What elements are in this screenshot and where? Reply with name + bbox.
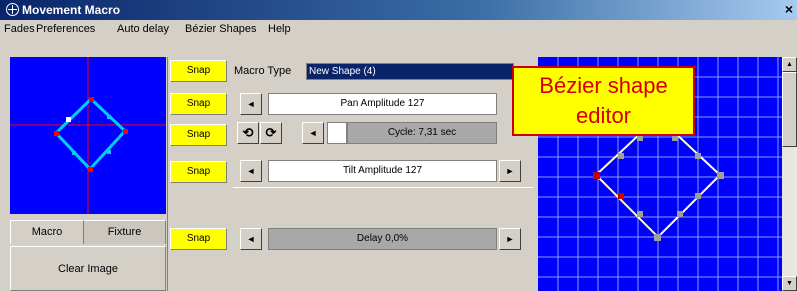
shape-preview[interactable]: [10, 57, 166, 214]
panel-divider: [167, 57, 168, 291]
callout-line-1: Bézier shape: [539, 73, 668, 98]
app-icon: [6, 3, 19, 16]
snap-button-cycle[interactable]: Snap: [170, 124, 227, 146]
delay-field[interactable]: Delay 0,0%: [268, 228, 497, 250]
tab-macro[interactable]: Macro: [10, 220, 84, 244]
macro-type-select[interactable]: New Shape (4): [306, 63, 514, 80]
menu-help[interactable]: Help: [268, 23, 291, 35]
tab-fixture[interactable]: Fixture: [84, 220, 166, 244]
shape-preview-canvas: [10, 57, 166, 214]
snap-button-delay[interactable]: Snap: [170, 228, 227, 250]
scroll-up-icon[interactable]: ▲: [782, 57, 797, 72]
scroll-down-icon[interactable]: ▼: [782, 276, 797, 291]
menu-bar: Fades Preferences Auto delay Bézier Shap…: [0, 20, 797, 38]
close-icon[interactable]: ×: [781, 1, 797, 18]
window-title: Movement Macro: [22, 3, 121, 17]
vertical-scrollbar[interactable]: ▲ ▼: [782, 57, 797, 291]
title-bar: Movement Macro ×: [0, 0, 797, 20]
snap-button-tilt[interactable]: Snap: [170, 161, 227, 183]
cycle-slider-thumb[interactable]: [327, 122, 347, 144]
bezier-editor-callout: Bézier shape editor: [512, 66, 695, 136]
menu-preferences[interactable]: Preferences: [36, 23, 95, 35]
rotate-ccw-icon[interactable]: ⟲: [237, 122, 259, 144]
delay-increase-icon[interactable]: ►: [499, 228, 521, 250]
pan-decrease-icon[interactable]: ◄: [240, 93, 262, 115]
cycle-field[interactable]: Cycle: 7,31 sec: [347, 122, 497, 144]
menu-bezier-shapes[interactable]: Bézier Shapes: [185, 23, 257, 35]
cycle-decrease-icon[interactable]: ◄: [302, 122, 324, 144]
section-divider: [233, 187, 533, 224]
clear-image-button[interactable]: Clear Image: [10, 246, 166, 291]
snap-button-macro-type[interactable]: Snap: [170, 60, 227, 82]
tilt-amplitude-field[interactable]: Tilt Amplitude 127: [268, 160, 497, 182]
tilt-decrease-icon[interactable]: ◄: [240, 160, 262, 182]
macro-type-label: Macro Type: [234, 65, 292, 77]
callout-line-2: editor: [575, 103, 632, 128]
rotate-cw-icon[interactable]: ⟳: [260, 122, 282, 144]
delay-decrease-icon[interactable]: ◄: [240, 228, 262, 250]
scroll-thumb[interactable]: [782, 72, 797, 147]
menu-auto-delay[interactable]: Auto delay: [117, 23, 169, 35]
tilt-increase-icon[interactable]: ►: [499, 160, 521, 182]
menu-fades[interactable]: Fades: [4, 23, 35, 35]
snap-button-pan[interactable]: Snap: [170, 93, 227, 115]
pan-amplitude-field[interactable]: Pan Amplitude 127: [268, 93, 497, 115]
